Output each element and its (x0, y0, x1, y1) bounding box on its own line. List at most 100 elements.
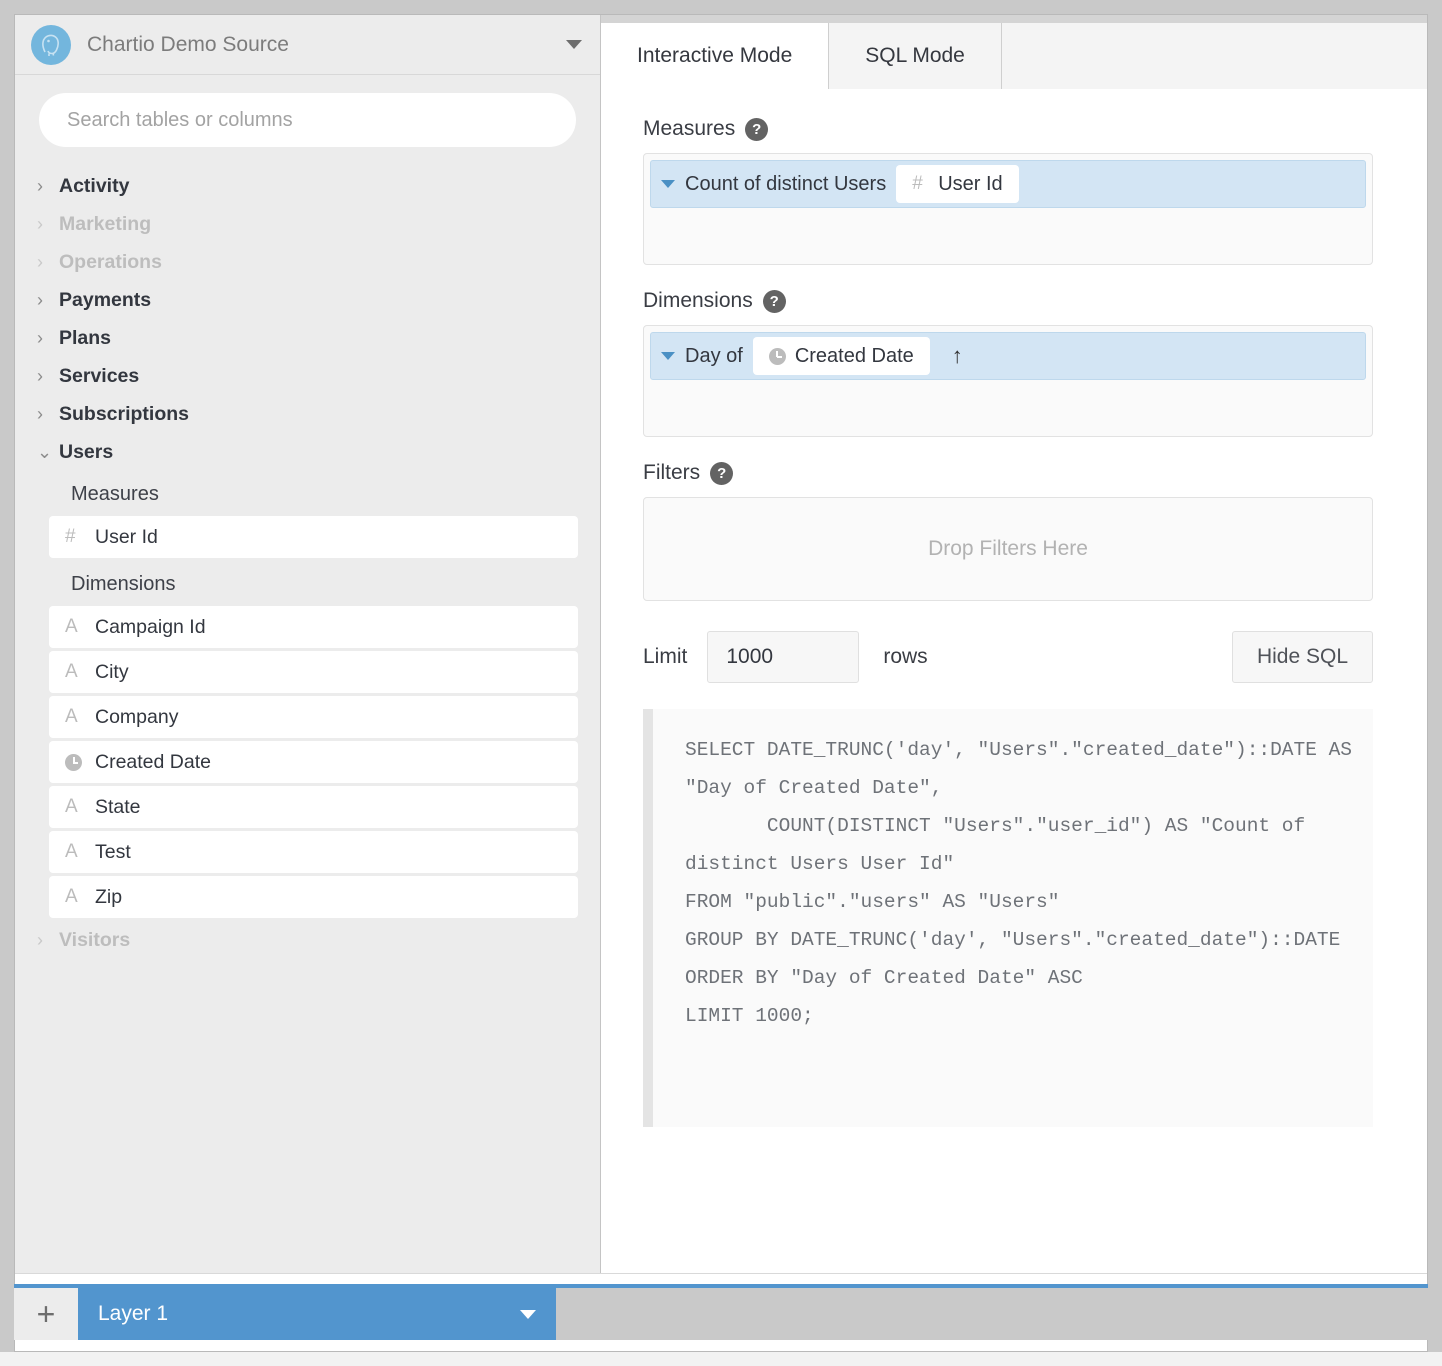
tree-item-subscriptions[interactable]: › Subscriptions (15, 395, 600, 433)
letter-a-icon: A (65, 796, 78, 817)
tree-item-marketing[interactable]: › Marketing (15, 205, 600, 243)
field-item[interactable]: A Test (49, 831, 578, 873)
tree-item-label: Users (59, 440, 114, 463)
dimension-pill[interactable]: Day of Created Date ↑ (650, 332, 1366, 380)
search-input[interactable] (39, 93, 576, 147)
limit-label: Limit (643, 645, 688, 668)
clock-icon (65, 753, 95, 771)
tree-item-plans[interactable]: › Plans (15, 319, 600, 357)
tree-item-label: Marketing (59, 212, 152, 235)
measures-drop-zone[interactable]: Count of distinct Users # User Id (643, 153, 1373, 265)
field-item[interactable]: # User Id (49, 516, 578, 558)
tree-item-operations[interactable]: › Operations (15, 243, 600, 281)
filters-drop-zone[interactable]: Drop Filters Here (643, 497, 1373, 601)
dimensions-section-label: Dimensions ? (643, 289, 1373, 313)
query-builder-window: Chartio Demo Source ›Activity›Marketing›… (14, 14, 1428, 1352)
tree-item-label: Services (59, 364, 140, 387)
dimensions-drop-zone[interactable]: Day of Created Date ↑ (643, 325, 1373, 437)
limit-row: Limit rows Hide SQL (643, 631, 1373, 683)
chevron-right-icon[interactable]: › (37, 253, 59, 271)
hash-icon: # (65, 526, 76, 547)
field-item-label: State (95, 795, 141, 818)
sort-ascending-icon[interactable]: ↑ (952, 343, 963, 369)
tab-filler (1001, 23, 1427, 89)
letter-a-icon: A (65, 841, 78, 862)
help-icon[interactable]: ? (745, 117, 769, 141)
hide-sql-button[interactable]: Hide SQL (1231, 631, 1373, 683)
chevron-right-icon[interactable]: › (37, 367, 59, 385)
field-item-label: Created Date (95, 750, 211, 773)
filters-section-label: Filters ? (643, 461, 1373, 485)
tab-sql-mode[interactable]: SQL Mode (829, 23, 1002, 89)
limit-input[interactable] (707, 631, 860, 683)
help-icon[interactable]: ? (762, 289, 786, 313)
letter-a-icon: A (65, 616, 78, 637)
schema-sidebar: Chartio Demo Source ›Activity›Marketing›… (15, 15, 601, 1273)
interactive-panel: Measures ? Count of distinct Users # Use… (601, 89, 1427, 1273)
field-item-label: Campaign Id (95, 615, 206, 638)
chevron-down-icon[interactable]: ⌄ (37, 443, 59, 461)
tree-item-visitors[interactable]: › Visitors (15, 921, 600, 959)
dimensions-label-text: Dimensions (643, 289, 753, 312)
chevron-right-icon[interactable]: › (37, 931, 59, 949)
tree-item-services[interactable]: › Services (15, 357, 600, 395)
mode-tabs: Interactive Mode SQL Mode (601, 15, 1427, 89)
search-container (15, 75, 600, 157)
dimension-field-label: Created Date (794, 344, 914, 367)
chevron-right-icon[interactable]: › (37, 291, 59, 309)
body-split: Chartio Demo Source ›Activity›Marketing›… (15, 15, 1427, 1273)
filters-label-text: Filters (643, 461, 701, 484)
chevron-down-icon[interactable] (661, 180, 675, 188)
filters-placeholder: Drop Filters Here (928, 537, 1088, 560)
chevron-down-icon[interactable] (520, 1309, 536, 1319)
tree-item-activity[interactable]: › Activity (15, 167, 600, 205)
sql-code-text: SELECT DATE_TRUNC('day', "Users"."create… (685, 739, 1353, 1028)
field-item-label: Company (95, 705, 179, 728)
chevron-down-icon[interactable] (566, 40, 582, 49)
schema-tree: › Activity › Marketing › Operations › Payments ›… (15, 157, 600, 1273)
field-item[interactable]: A Zip (49, 876, 578, 918)
field-item[interactable]: A State (49, 786, 578, 828)
chevron-right-icon[interactable]: › (37, 215, 59, 233)
tree-item-label: Visitors (59, 928, 131, 951)
measure-field-chip[interactable]: # User Id (896, 165, 1019, 203)
chevron-right-icon[interactable]: › (37, 177, 59, 195)
tab-interactive-mode[interactable]: Interactive Mode (601, 23, 830, 89)
dimensions-group-label: Dimensions (71, 572, 176, 595)
tree-item-label: Operations (59, 250, 162, 273)
layer-tab-layer-1[interactable]: Layer 1 (78, 1288, 556, 1340)
sql-gutter (643, 709, 653, 1127)
letter-a-icon: A (65, 661, 78, 682)
field-item[interactable]: A City (49, 651, 578, 693)
letter-a-icon: A (65, 886, 78, 907)
field-item[interactable]: A Company (49, 696, 578, 738)
tree-item-payments[interactable]: › Payments (15, 281, 600, 319)
letter-a-icon: A (65, 706, 78, 727)
add-layer-button[interactable]: + (14, 1288, 78, 1340)
measures-section-label: Measures ? (643, 117, 1373, 141)
data-source-selector[interactable]: Chartio Demo Source (15, 15, 600, 75)
tree-item-users[interactable]: ⌄ Users (15, 433, 600, 471)
measure-aggregate-label: Count of distinct Users (685, 172, 887, 195)
data-source-name: Chartio Demo Source (87, 32, 289, 56)
field-item-label: Zip (95, 885, 123, 908)
chevron-right-icon[interactable]: › (37, 329, 59, 347)
dimension-transform-label: Day of (685, 344, 743, 367)
rows-label: rows (883, 645, 928, 668)
field-item[interactable]: A Campaign Id (49, 606, 578, 648)
clock-icon (768, 347, 795, 365)
chevron-down-icon[interactable] (661, 352, 675, 360)
dimension-field-chip[interactable]: Created Date (752, 337, 930, 375)
field-item-label: User Id (95, 525, 158, 548)
layer-tab-label: Layer 1 (98, 1302, 169, 1325)
measure-pill[interactable]: Count of distinct Users # User Id (650, 160, 1366, 208)
chevron-right-icon[interactable]: › (37, 405, 59, 423)
field-item[interactable]: Created Date (49, 741, 578, 783)
sql-preview: SELECT DATE_TRUNC('day', "Users"."create… (643, 709, 1373, 1127)
help-icon[interactable]: ? (710, 461, 734, 485)
tree-item-label: Payments (59, 288, 152, 311)
tree-item-label: Subscriptions (59, 402, 190, 425)
hash-icon: # (912, 173, 923, 194)
bottom-strip (0, 1352, 1442, 1366)
measure-field-label: User Id (938, 172, 1003, 195)
